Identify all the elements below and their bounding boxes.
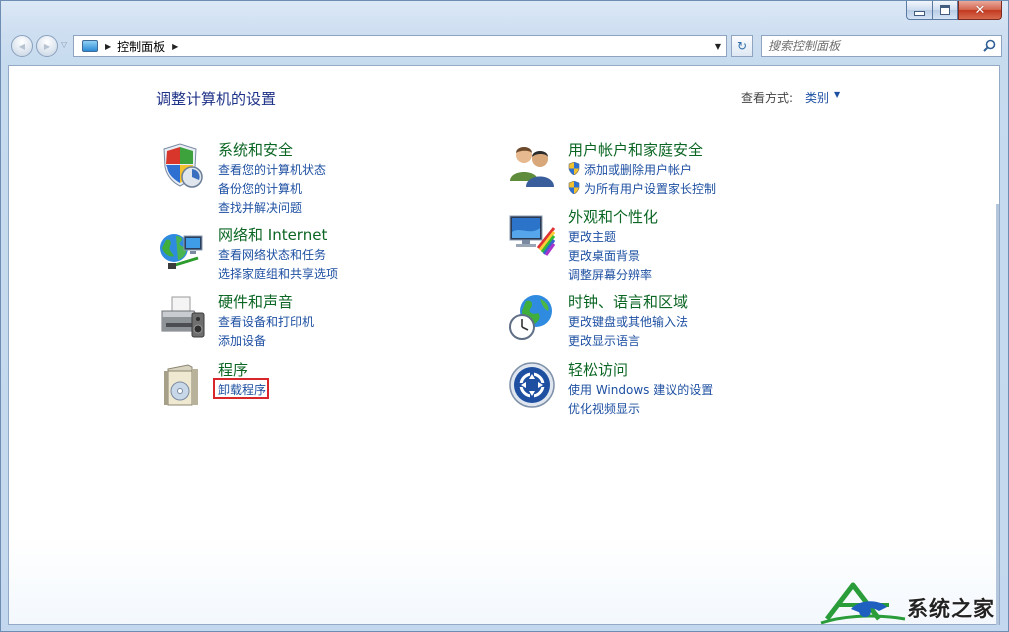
category-hardware-sound: 硬件和声音 查看设备和打印机 添加设备 [158, 293, 478, 357]
link-change-input-method[interactable]: 更改键盘或其他输入法 [568, 313, 688, 330]
forward-arrow-icon: ▶ [43, 41, 51, 51]
view-by-label: 查看方式: [741, 91, 794, 105]
clock-globe-icon[interactable] [508, 293, 556, 341]
category-programs: 程序 卸载程序 [158, 361, 478, 425]
programs-icon[interactable] [158, 361, 206, 409]
link-find-fix-problems[interactable]: 查找并解决问题 [218, 199, 302, 216]
ease-of-access-icon[interactable] [508, 361, 556, 409]
link-homegroup-sharing[interactable]: 选择家庭组和共享选项 [218, 265, 338, 282]
category-title[interactable]: 时钟、语言和区域 [568, 291, 688, 312]
link-change-theme[interactable]: 更改主题 [568, 228, 616, 245]
category-title[interactable]: 外观和个性化 [568, 206, 658, 227]
printer-icon[interactable] [158, 293, 206, 341]
link-backup-computer[interactable]: 备份您的计算机 [218, 180, 302, 197]
link-windows-recommended-settings[interactable]: 使用 Windows 建议的设置 [568, 381, 713, 398]
close-button[interactable]: ✕ [958, 1, 1002, 20]
category-system-security: 系统和安全 查看您的计算机状态 备份您的计算机 查找并解决问题 [158, 139, 478, 215]
refresh-icon: ↻ [736, 39, 748, 53]
category-network-internet: 网络和 Internet 查看网络状态和任务 选择家庭组和共享选项 [158, 226, 478, 290]
category-title[interactable]: 网络和 Internet [218, 224, 327, 245]
shield-icon[interactable] [158, 141, 206, 189]
watermark-text: 系统之家 [907, 597, 995, 621]
category-title[interactable]: 程序 [218, 359, 248, 380]
address-history-dropdown[interactable]: ▼ [710, 36, 726, 56]
category-title[interactable]: 系统和安全 [218, 139, 293, 160]
link-change-desktop-background[interactable]: 更改桌面背景 [568, 247, 640, 264]
link-change-display-language[interactable]: 更改显示语言 [568, 332, 640, 349]
link-view-network-status[interactable]: 查看网络状态和任务 [218, 246, 326, 263]
refresh-button[interactable]: ↻ [731, 35, 753, 57]
category-title[interactable]: 轻松访问 [568, 359, 628, 380]
search-input[interactable] [768, 39, 978, 53]
back-button[interactable]: ◀ [11, 35, 33, 57]
link-add-device[interactable]: 添加设备 [218, 332, 266, 349]
scrollbar[interactable] [996, 204, 999, 625]
link-optimize-video-display[interactable]: 优化视频显示 [568, 400, 640, 417]
navigation-bar: ◀ ▶ ▽ ▶ 控制面板 ▶ ▼ ↻ [9, 32, 1002, 60]
maximize-icon [940, 5, 950, 15]
control-panel-icon [82, 40, 98, 52]
link-parental-controls[interactable]: 为所有用户设置家长控制 [568, 180, 716, 197]
maximize-button[interactable] [932, 1, 958, 20]
recent-pages-dropdown[interactable]: ▽ [61, 40, 67, 49]
highlight-annotation-box [213, 378, 269, 399]
control-panel-window: ✕ ◀ ▶ ▽ ▶ 控制面板 ▶ ▼ ↻ 搜索控制面板 调整计算机的设置 查看方… [0, 0, 1009, 632]
minimize-icon [914, 10, 925, 16]
users-icon[interactable] [508, 141, 556, 189]
link-view-computer-status[interactable]: 查看您的计算机状态 [218, 161, 326, 178]
chevron-down-icon[interactable]: ▼ [834, 90, 840, 99]
back-arrow-icon: ◀ [18, 41, 26, 51]
address-bar[interactable]: ▶ 控制面板 ▶ ▼ [73, 35, 727, 57]
category-user-accounts: 用户帐户和家庭安全 添加或删除用户帐户 为所有用户设置家长控制 [508, 141, 828, 205]
search-box[interactable] [761, 35, 1002, 57]
house-logo-icon [820, 582, 906, 625]
search-icon[interactable] [983, 39, 996, 52]
link-view-devices-printers[interactable]: 查看设备和打印机 [218, 313, 314, 330]
monitor-icon[interactable] [508, 208, 556, 256]
close-icon: ✕ [974, 2, 986, 18]
view-by-dropdown[interactable]: 类别 [805, 89, 829, 106]
forward-button[interactable]: ▶ [36, 35, 58, 57]
breadcrumb-control-panel[interactable]: 控制面板 [117, 38, 165, 55]
watermark-logo: 系统之家 [819, 579, 1009, 631]
page-title: 调整计算机的设置 [156, 90, 277, 108]
link-adjust-resolution[interactable]: 调整屏幕分辨率 [568, 266, 652, 283]
category-title[interactable]: 硬件和声音 [218, 291, 293, 312]
link-add-remove-accounts[interactable]: 添加或删除用户帐户 [568, 161, 692, 178]
breadcrumb-chevron-icon[interactable]: ▶ [105, 42, 111, 51]
content-pane: 调整计算机的设置 查看方式: 类别 ▼ 系统和安全 查看您的计算机状态 备份您的… [8, 65, 1000, 625]
category-clock-language-region: 时钟、语言和区域 更改键盘或其他输入法 更改显示语言 [508, 293, 828, 357]
category-title[interactable]: 用户帐户和家庭安全 [568, 139, 703, 160]
minimize-button[interactable] [906, 1, 932, 20]
category-ease-of-access: 轻松访问 使用 Windows 建议的设置 优化视频显示 [508, 361, 828, 425]
caption-buttons: ✕ [906, 1, 1002, 20]
breadcrumb-chevron-icon[interactable]: ▶ [172, 42, 178, 51]
category-appearance: 外观和个性化 更改主题 更改桌面背景 调整屏幕分辨率 [508, 206, 828, 282]
network-icon[interactable] [158, 226, 206, 274]
